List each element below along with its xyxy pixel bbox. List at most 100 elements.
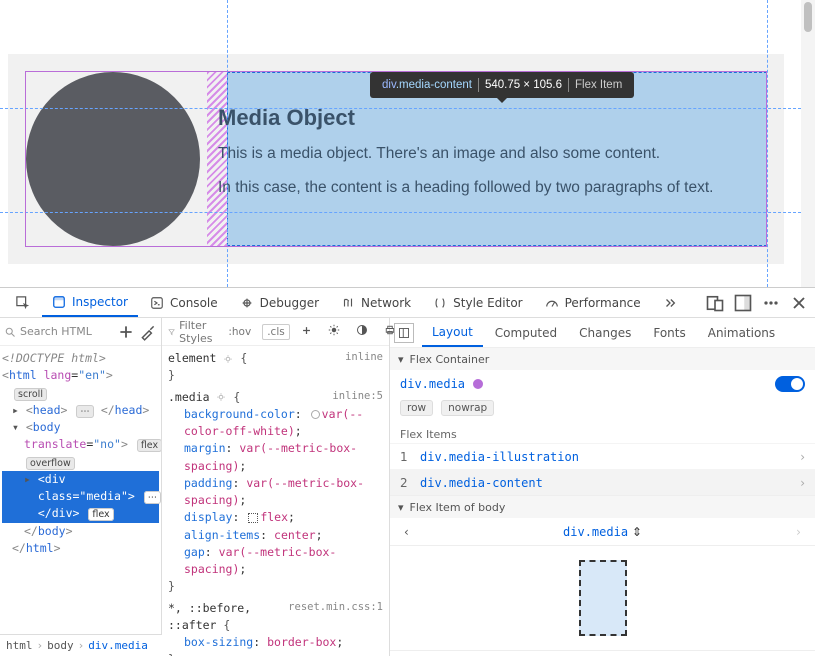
overflow-menu-button[interactable] (761, 293, 781, 313)
dark-scheme-button[interactable] (351, 322, 373, 341)
toggle-3pane-button[interactable] (394, 323, 414, 343)
section-header[interactable]: ▾Flex Container (390, 348, 815, 370)
rule-selector[interactable]: .media (168, 390, 210, 404)
markup-toolbar: Search HTML (0, 318, 161, 346)
plus-icon (301, 325, 312, 336)
sidebar-tabs: Layout Computed Changes Fonts Animations (390, 318, 815, 348)
subtab-computed[interactable]: Computed (485, 319, 567, 347)
filter-styles-input[interactable]: Filter Styles (168, 319, 217, 345)
overflow-badge[interactable]: overflow (26, 457, 75, 470)
eyedropper-button[interactable] (139, 323, 157, 341)
funnel-icon (168, 326, 175, 338)
flex-item-link[interactable]: div.media-illustration (420, 450, 579, 464)
rule-source[interactable]: inline (345, 350, 383, 366)
rule-selector[interactable]: *, ::before, ::after (168, 601, 251, 632)
rule-element[interactable]: inline element { } (168, 350, 383, 385)
next-item-button[interactable]: › (796, 525, 801, 539)
dock-mode-button[interactable] (733, 293, 753, 313)
rules-body[interactable]: inline element { } inline:5 .media { bac… (162, 346, 389, 656)
color-swatch[interactable] (311, 410, 320, 419)
scroll-badge[interactable]: scroll (14, 388, 47, 401)
subtab-layout[interactable]: Layout (422, 319, 483, 347)
tabs-overflow[interactable] (653, 289, 687, 317)
hov-button[interactable]: :hov (223, 324, 256, 340)
ellipsis-badge: ⋯ (76, 405, 94, 418)
tab-label: Console (170, 296, 218, 310)
tab-console[interactable]: Console (140, 289, 228, 317)
head-node[interactable]: ▸ <head> ⋯ </head> (2, 402, 159, 419)
flex-container-link[interactable]: div.media (400, 377, 465, 391)
crumb-body[interactable]: body (47, 639, 74, 652)
flex-inspector-icon[interactable] (248, 513, 258, 523)
new-rule-button[interactable] (296, 323, 317, 341)
rule-media[interactable]: inline:5 .media { background-color: var(… (168, 389, 383, 596)
pick-element-icon (16, 296, 30, 310)
tab-debugger[interactable]: Debugger (230, 289, 329, 317)
wrap-pill: nowrap (441, 400, 494, 416)
inspector-icon (52, 295, 66, 309)
body-close-node[interactable]: </body> (2, 523, 159, 540)
tab-inspector[interactable]: Inspector (42, 289, 138, 317)
body-node[interactable]: ▾ <body (2, 419, 159, 436)
rule-source[interactable]: inline:5 (332, 389, 383, 405)
panes-icon (398, 327, 410, 339)
rule-selector[interactable]: element (168, 351, 216, 365)
tab-style-editor[interactable]: Style Editor (423, 289, 532, 317)
eyedropper-icon (139, 323, 157, 341)
section-header[interactable]: ▾Flex Item of body (390, 496, 815, 518)
media-paragraph: This is a media object. There's an image… (218, 145, 713, 163)
flex-badge[interactable]: flex (137, 439, 161, 452)
overlay-toggle[interactable] (775, 376, 805, 392)
cls-button[interactable]: .cls (262, 324, 290, 340)
tab-label: Performance (565, 296, 641, 310)
pick-element-button[interactable] (6, 289, 40, 317)
flex-badge[interactable]: flex (88, 508, 113, 521)
flex-item-link[interactable]: div.media-content (420, 476, 543, 490)
flex-item-diagram (390, 546, 815, 650)
flex-item-of-section: ▾Flex Item of body ‹ div.media ⇕ › (390, 496, 815, 651)
flex-items-heading: Flex Items (390, 422, 815, 443)
responsive-mode-button[interactable] (705, 293, 725, 313)
overlay-color-swatch[interactable] (473, 379, 483, 389)
tooltip-tag: div (382, 79, 396, 91)
crumb-div-media[interactable]: div.media (88, 639, 148, 652)
tab-performance[interactable]: Performance (535, 289, 651, 317)
div-media-node[interactable]: ▸ <div (2, 471, 159, 488)
breadcrumb[interactable]: html › body › div.media (0, 634, 162, 656)
add-node-button[interactable] (117, 323, 135, 341)
network-icon (341, 296, 355, 310)
rule-reset[interactable]: reset.min.css:1 *, ::before, ::after { b… (168, 600, 383, 656)
close-icon (789, 293, 809, 313)
tab-network[interactable]: Network (331, 289, 421, 317)
doctype-node[interactable]: <!DOCTYPE html> (2, 350, 159, 367)
rules-pane: Filter Styles :hov .cls inline element {… (162, 318, 390, 656)
div-media-close[interactable]: </div> flex (2, 505, 159, 522)
html-node[interactable]: <html lang="en"> (2, 367, 159, 384)
subtab-fonts[interactable]: Fonts (643, 319, 695, 347)
close-devtools-button[interactable] (789, 293, 809, 313)
tab-label: Debugger (260, 296, 319, 310)
sun-icon (328, 324, 340, 336)
flex-item-row[interactable]: 2 div.media-content › (390, 469, 815, 495)
search-icon (4, 326, 16, 338)
crumb-html[interactable]: html (6, 639, 33, 652)
tooltip-class: .media-content (396, 79, 472, 91)
filter-placeholder: Filter Styles (179, 319, 217, 345)
body-attrs[interactable]: translate="no"> flex (2, 436, 159, 453)
flex-item-link[interactable]: div.media (563, 525, 628, 539)
direction-pill: row (400, 400, 433, 416)
prev-item-button[interactable]: ‹ (404, 525, 409, 539)
div-media-attrs[interactable]: class="media"> ⋯ (2, 488, 159, 505)
search-html-input[interactable]: Search HTML (4, 325, 113, 338)
gear-icon (216, 392, 226, 402)
flex-item-index: 2 (400, 476, 412, 490)
dom-tree[interactable]: <!DOCTYPE html> <html lang="en"> scroll … (0, 346, 161, 656)
flex-item-row[interactable]: 1 div.media-illustration › (390, 443, 815, 469)
subtab-animations[interactable]: Animations (698, 319, 785, 347)
page-scrollbar[interactable] (801, 0, 815, 287)
rule-source[interactable]: reset.min.css:1 (288, 600, 383, 616)
subtab-changes[interactable]: Changes (569, 319, 641, 347)
html-close-node[interactable]: </html> (2, 540, 159, 557)
chevrons-right-icon (663, 296, 677, 310)
light-scheme-button[interactable] (323, 322, 345, 341)
